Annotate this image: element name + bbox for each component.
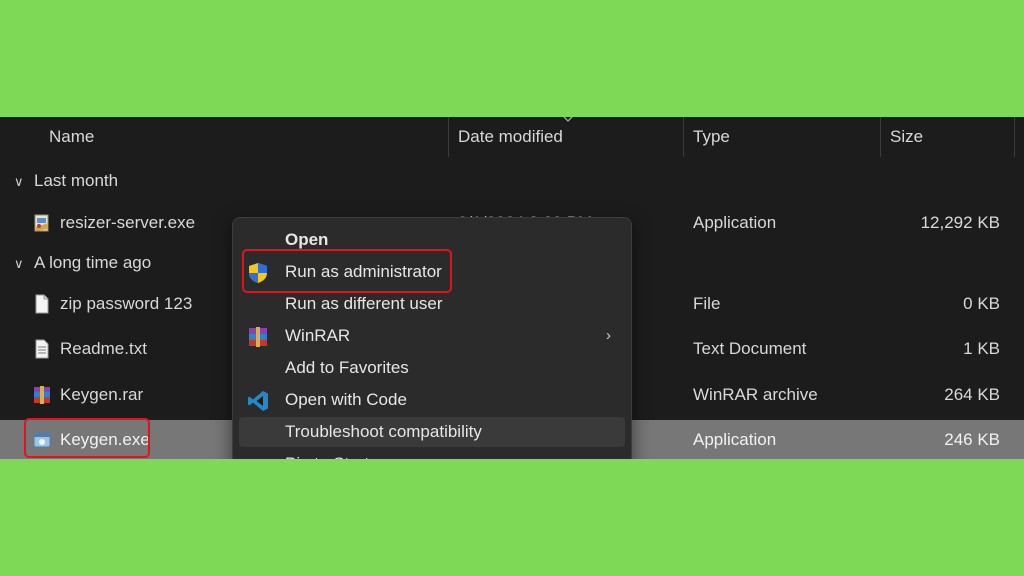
- file-type: File: [693, 294, 721, 313]
- column-header-type[interactable]: Type: [693, 117, 730, 159]
- file-type: Application: [693, 430, 777, 449]
- group-header-last-month[interactable]: ∨ Last month: [14, 171, 118, 191]
- blank-file-icon: [35, 294, 49, 314]
- menu-item-run-as-different-user[interactable]: Run as different user: [239, 289, 625, 319]
- file-type: WinRAR archive: [693, 385, 818, 404]
- file-type: Application: [693, 213, 777, 232]
- file-type: Text Document: [693, 339, 807, 358]
- group-header-long-ago[interactable]: ∨ A long time ago: [14, 253, 151, 273]
- chevron-down-icon: ∨: [14, 174, 24, 189]
- file-size: 12,292 KB: [920, 213, 1000, 232]
- text-file-icon: [35, 339, 49, 359]
- file-size: 0 KB: [963, 294, 1000, 313]
- group-label: Last month: [34, 171, 119, 190]
- menu-item-label: Open with Code: [285, 390, 407, 409]
- menu-item-label: Pin to Start: [285, 449, 369, 459]
- keygen-exe-highlight-outline: [24, 418, 150, 458]
- file-name: Keygen.rar: [60, 385, 144, 404]
- file-size: 264 KB: [944, 385, 1000, 404]
- menu-item-label: WinRAR: [285, 326, 351, 345]
- file-size: 1 KB: [963, 339, 1000, 358]
- menu-item-label: Run as different user: [285, 294, 443, 313]
- column-separator[interactable]: [683, 117, 684, 157]
- column-header-name[interactable]: Name: [49, 117, 94, 159]
- file-name: zip password 123: [60, 294, 193, 313]
- menu-item-label: Troubleshoot compatibility: [285, 422, 482, 441]
- menu-item-label: Add to Favorites: [285, 358, 409, 377]
- menu-item-winrar[interactable]: WinRAR ›: [239, 321, 625, 351]
- winrar-icon: [249, 327, 267, 347]
- menu-item-add-to-favorites[interactable]: Add to Favorites: [239, 353, 625, 383]
- sort-caret-icon: [563, 117, 573, 122]
- file-name: resizer-server.exe: [60, 213, 196, 232]
- menu-item-open-with-code[interactable]: Open with Code: [239, 385, 625, 415]
- run-as-admin-highlight-outline: [242, 249, 452, 293]
- menu-item-troubleshoot-compatibility[interactable]: Troubleshoot compatibility: [239, 417, 625, 447]
- file-name: Readme.txt: [60, 339, 147, 358]
- column-header-date[interactable]: Date modified: [458, 117, 563, 159]
- file-size: 246 KB: [944, 430, 1000, 449]
- group-label: A long time ago: [34, 253, 152, 272]
- column-separator[interactable]: [880, 117, 881, 157]
- vscode-icon: [248, 391, 268, 411]
- chevron-down-icon: ∨: [14, 256, 24, 271]
- menu-item-pin-to-start[interactable]: Pin to Start: [239, 449, 625, 459]
- winrar-archive-icon: [34, 386, 50, 404]
- column-separator[interactable]: [1014, 117, 1015, 157]
- exe-installer-icon: [34, 214, 49, 232]
- column-header-size[interactable]: Size: [890, 117, 923, 159]
- column-separator[interactable]: [448, 117, 449, 157]
- submenu-arrow-icon: ›: [606, 327, 611, 344]
